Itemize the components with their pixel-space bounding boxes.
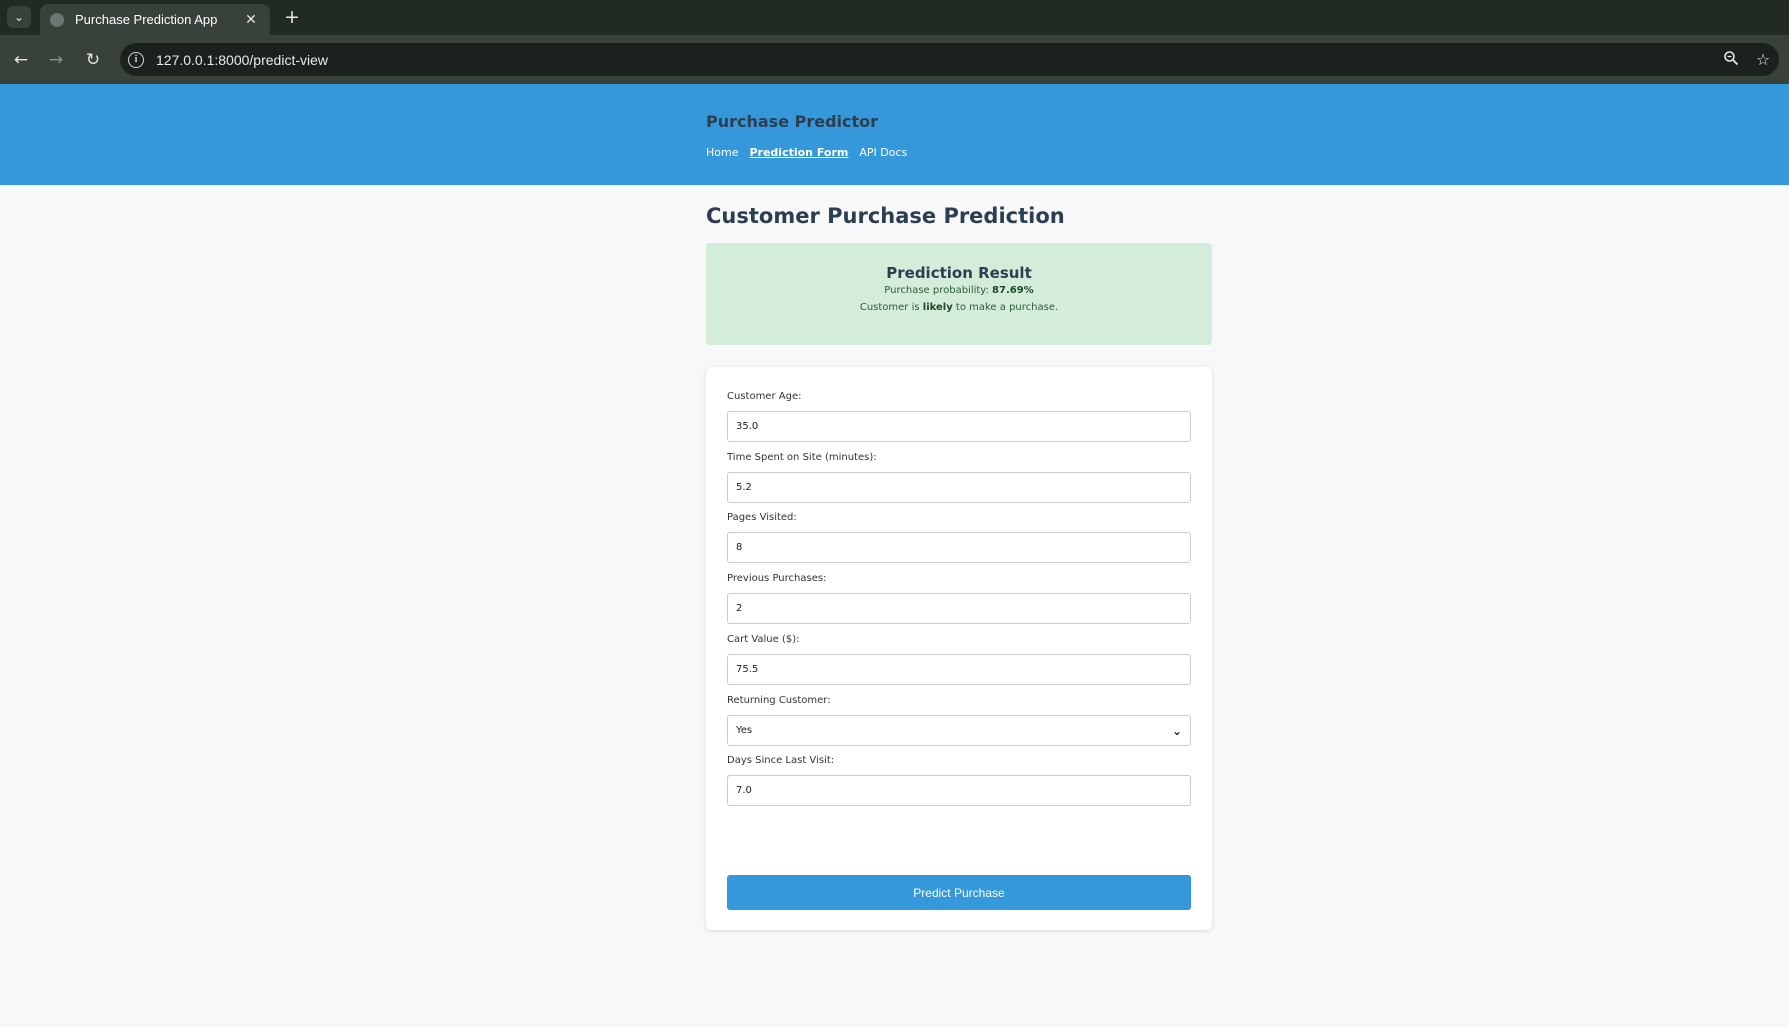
site-header: Purchase Predictor Home Prediction Form … bbox=[0, 84, 1789, 185]
verdict-prefix: Customer is bbox=[859, 302, 923, 313]
tab-title: Purchase Prediction App bbox=[75, 12, 218, 27]
main-nav: Home Prediction Form API Docs bbox=[706, 146, 918, 159]
nav-link-api-docs[interactable]: API Docs bbox=[859, 146, 907, 159]
chevron-down-icon: ⌄ bbox=[1171, 723, 1182, 738]
time-on-site-input[interactable]: 5.2 bbox=[727, 472, 1191, 503]
tab-close-icon[interactable]: ✕ bbox=[242, 12, 260, 28]
predict-purchase-button[interactable]: Predict Purchase bbox=[727, 875, 1191, 910]
previous-purchases-input[interactable]: 2 bbox=[727, 593, 1191, 624]
field-pages-visited: Pages Visited: 8 bbox=[727, 512, 1191, 563]
brand-title: Purchase Predictor bbox=[706, 112, 879, 131]
field-label: Returning Customer: bbox=[727, 695, 831, 706]
forward-arrow-icon[interactable]: → bbox=[43, 47, 69, 73]
browser-toolbar: ← → ↻ i 127.0.0.1:8000/predict-view ☆ bbox=[0, 35, 1789, 84]
cart-value-input[interactable]: 75.5 bbox=[727, 654, 1191, 685]
page-title: Customer Purchase Prediction bbox=[706, 204, 1065, 228]
verdict-suffix: to make a purchase. bbox=[952, 302, 1059, 313]
verdict-line: Customer is likely to make a purchase. bbox=[706, 299, 1212, 316]
probability-label: Purchase probability: bbox=[884, 285, 993, 296]
field-previous-purchases: Previous Purchases: 2 bbox=[727, 573, 1191, 624]
field-label: Customer Age: bbox=[727, 391, 802, 402]
nav-link-home[interactable]: Home bbox=[706, 146, 738, 159]
site-info-icon[interactable]: i bbox=[128, 51, 144, 68]
probability-line: Purchase probability: 87.69% bbox=[706, 282, 1212, 299]
tab-search-chevron-icon[interactable]: ⌄ bbox=[7, 6, 31, 28]
field-label: Days Since Last Visit: bbox=[727, 755, 835, 766]
returning-customer-select[interactable]: Yes ⌄ bbox=[727, 715, 1191, 746]
days-since-last-visit-input[interactable]: 7.0 bbox=[727, 775, 1191, 806]
browser-tabstrip: ⌄ Purchase Prediction App ✕ + bbox=[0, 0, 1789, 35]
address-bar[interactable]: i 127.0.0.1:8000/predict-view ☆ bbox=[120, 43, 1779, 76]
reload-icon[interactable]: ↻ bbox=[80, 47, 106, 73]
field-label: Pages Visited: bbox=[727, 512, 797, 523]
prediction-result-box: Prediction Result Purchase probability: … bbox=[706, 243, 1212, 345]
result-title: Prediction Result bbox=[886, 264, 1032, 282]
bookmark-star-icon[interactable]: ☆ bbox=[1747, 50, 1779, 69]
field-label: Cart Value ($): bbox=[727, 634, 800, 645]
probability-value: 87.69% bbox=[992, 285, 1034, 296]
back-arrow-icon[interactable]: ← bbox=[8, 47, 34, 73]
globe-icon bbox=[50, 12, 64, 27]
prediction-form: Customer Age: 35.0 Time Spent on Site (m… bbox=[706, 367, 1212, 930]
url-text[interactable]: 127.0.0.1:8000/predict-view bbox=[156, 52, 1715, 68]
field-customer-age: Customer Age: 35.0 bbox=[727, 391, 1191, 442]
field-days-since-last-visit: Days Since Last Visit: 7.0 bbox=[727, 755, 1191, 806]
field-time-on-site: Time Spent on Site (minutes): 5.2 bbox=[727, 452, 1191, 503]
field-returning-customer: Returning Customer: Yes ⌄ bbox=[727, 695, 1191, 746]
nav-link-prediction-form[interactable]: Prediction Form bbox=[749, 146, 848, 159]
zoom-icon[interactable] bbox=[1715, 50, 1747, 70]
pages-visited-input[interactable]: 8 bbox=[727, 532, 1191, 563]
new-tab-icon[interactable]: + bbox=[280, 5, 304, 29]
field-label: Time Spent on Site (minutes): bbox=[727, 452, 877, 463]
field-label: Previous Purchases: bbox=[727, 573, 827, 584]
customer-age-input[interactable]: 35.0 bbox=[727, 411, 1191, 442]
field-cart-value: Cart Value ($): 75.5 bbox=[727, 634, 1191, 685]
browser-tab[interactable]: Purchase Prediction App ✕ bbox=[40, 4, 270, 35]
select-value: Yes bbox=[736, 725, 753, 736]
verdict-value: likely bbox=[922, 302, 953, 313]
